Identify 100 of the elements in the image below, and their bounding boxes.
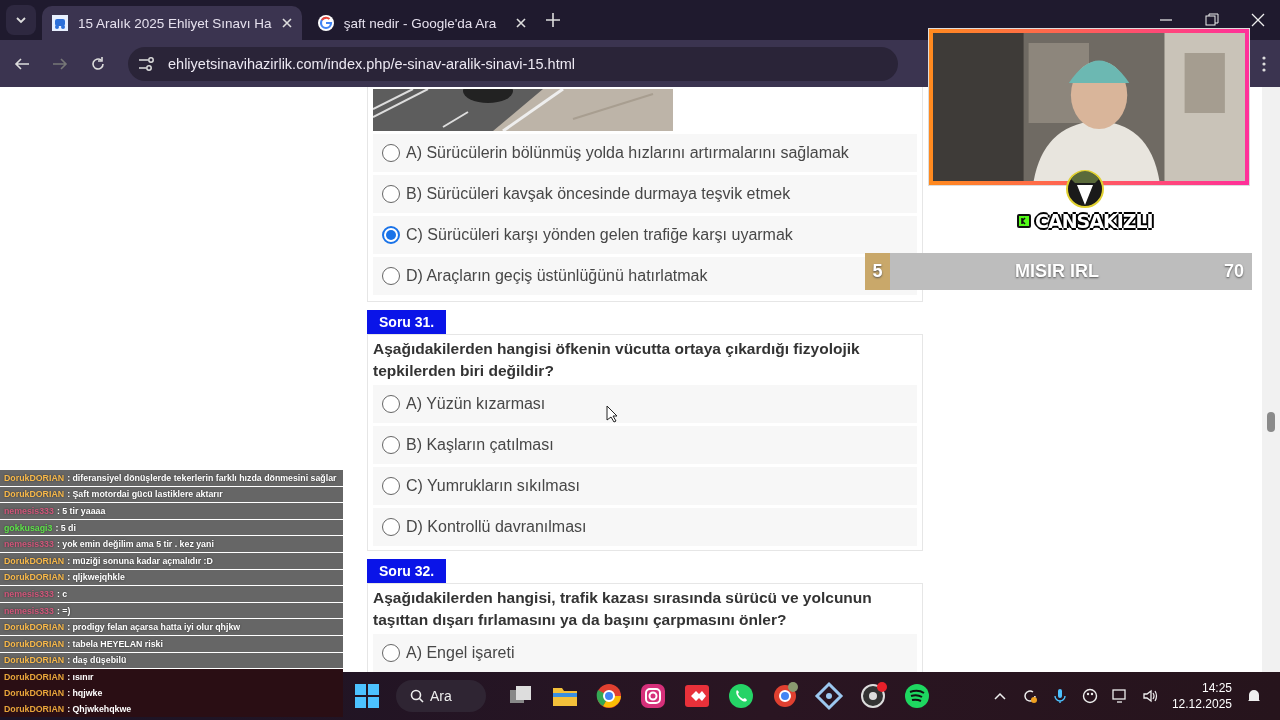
- option-label: B) Kaşların çatılması: [406, 436, 554, 454]
- radio-button[interactable]: [382, 226, 400, 244]
- answer-option[interactable]: B) Sürücüleri kavşak öncesinde durmaya teşvik etmek: [373, 175, 917, 213]
- car-favicon-icon: [52, 15, 68, 31]
- cursor-icon: [606, 405, 618, 423]
- g-favicon-icon: [317, 15, 334, 31]
- close-icon[interactable]: [281, 18, 292, 28]
- chat-username: DorukDORIAN: [4, 704, 65, 715]
- clock-time[interactable]: 14:25: [1201, 680, 1232, 696]
- chat-text: : ısınır: [67, 672, 94, 683]
- goal-rank: 5: [865, 253, 890, 290]
- search-button[interactable]: Ara: [396, 680, 486, 712]
- browser-icon[interactable]: [594, 681, 624, 711]
- chat-username: nemesis333: [4, 506, 54, 516]
- answer-option[interactable]: C) Sürücüleri karşı yönden gelen trafiğe karşı uyarmak: [373, 216, 917, 254]
- camera-icon[interactable]: [638, 681, 668, 711]
- chat-text: : daş düşebilü: [67, 655, 127, 666]
- radio-button[interactable]: [382, 144, 400, 162]
- answer-option[interactable]: A) Yüzün kızarması: [373, 385, 917, 423]
- speaker-icon[interactable]: [1141, 688, 1158, 704]
- site-settings-icon[interactable]: [138, 56, 156, 71]
- browser-tab[interactable]: 15 Aralık 2025 Ehliyet Sınavı Ha: [42, 6, 302, 40]
- chat-text: : 5 tir yaaaa: [56, 506, 106, 516]
- display-icon[interactable]: [1111, 688, 1128, 704]
- new-tab-icon[interactable]: [545, 13, 560, 27]
- chat-username: DorukDORIAN: [4, 638, 65, 649]
- streamer-name: CANSAKIZLI: [1035, 210, 1153, 232]
- music-icon[interactable]: [902, 681, 932, 711]
- question-text: Aşağıdakilerden hangisi, trafik kazası sırasında sürücü ve yolcunun taşıttan dışarı fırlamasını ya da başını çarpmasını önler?: [373, 588, 873, 630]
- answer-option[interactable]: A) Engel işareti: [373, 634, 917, 672]
- option-label: A) Sürücülerin bölünmüş yolda hızlarını artırmalarını sağlamak: [406, 144, 849, 162]
- radio-button[interactable]: [382, 518, 400, 536]
- radio-button[interactable]: [382, 477, 400, 495]
- chat-username: DorukDORIAN: [4, 472, 65, 483]
- option-label: B) Sürücüleri kavşak öncesinde durmaya teşvik etmek: [406, 185, 791, 203]
- close-icon[interactable]: [515, 18, 526, 28]
- phone-chat-icon[interactable]: [726, 681, 756, 711]
- address-field[interactable]: ehliyetsinavihazirlik.com/index.php/e-sinav-aralik-sinavi-15.html: [128, 46, 898, 81]
- option-label: A) Engel işareti: [406, 644, 515, 662]
- option-label: A) Yüzün kızarması: [406, 395, 546, 413]
- question-number: Soru 31.: [367, 310, 447, 334]
- chat-username: DorukDORIAN: [4, 655, 65, 666]
- recorder-icon[interactable]: [858, 681, 888, 711]
- back-icon[interactable]: [14, 55, 30, 72]
- chat-username: gokkusagi3: [4, 522, 53, 533]
- chat-text: : =): [56, 605, 71, 616]
- chat-text: : Şaft motordai gücü lastiklere aktarır: [67, 489, 223, 500]
- restore-icon[interactable]: [1204, 12, 1220, 28]
- radio-button[interactable]: [382, 644, 400, 662]
- radio-button[interactable]: [382, 395, 400, 413]
- chat-username: DorukDORIAN: [4, 572, 65, 583]
- radio-button[interactable]: [382, 185, 400, 203]
- microphone-icon[interactable]: [1051, 688, 1068, 704]
- chat-text: : müziği sonuna kadar açmalıdır :D: [67, 555, 213, 566]
- option-label: D) Kontrollü davranılması: [406, 518, 587, 536]
- chat-username: DorukDORIAN: [4, 672, 65, 683]
- chat-username: DorukDORIAN: [4, 555, 65, 566]
- goal-title: MISIR IRL: [1014, 261, 1100, 282]
- goal-count: 70: [1223, 261, 1245, 282]
- answer-option[interactable]: C) Yumrukların sıkılması: [373, 467, 917, 505]
- question-text: Aşağıdakilerden hangisi öfkenin vücutta ortaya çıkardığı fizyolojik tepkilerden biri değildir?: [373, 339, 861, 381]
- answer-option[interactable]: D) Kontrollü davranılması: [373, 508, 917, 546]
- scrollbar[interactable]: [1262, 87, 1280, 672]
- chat-text: : c: [56, 588, 68, 599]
- chat-username: nemesis333: [4, 539, 54, 550]
- tab-list-button[interactable]: [6, 5, 36, 35]
- windows-start-icon[interactable]: [352, 681, 382, 711]
- radio-button[interactable]: [382, 267, 400, 285]
- chat-text: : 5 di: [55, 522, 76, 533]
- network-app-icon[interactable]: [814, 681, 844, 711]
- search-icon: [410, 689, 424, 703]
- chat-text: : tabela HEYELAN riski: [67, 638, 163, 649]
- chat-text: : diferansiyel dönüşlerde tekerlerin farklı hızda dönmesini sağlar: [67, 472, 337, 483]
- notification-icon[interactable]: [1246, 688, 1262, 704]
- sync-icon[interactable]: [1021, 688, 1038, 704]
- radio-button[interactable]: [382, 436, 400, 454]
- option-label: D) Araçların geçiş üstünlüğünü hatırlatmak: [406, 267, 708, 285]
- chat-text: : qljkwejqhkle: [67, 572, 125, 583]
- chat-username: DorukDORIAN: [4, 489, 65, 500]
- chat-text: : yok emin değilim ama 5 tir . kez yani: [56, 539, 214, 550]
- chevron-down-icon: [15, 16, 27, 24]
- chat-username: nemesis333: [4, 605, 54, 616]
- chat-text: : hqjwke: [67, 688, 103, 699]
- answer-option[interactable]: A) Sürücülerin bölünmüş yolda hızlarını artırmalarını sağlamak: [373, 134, 917, 172]
- answer-option[interactable]: B) Kaşların çatılması: [373, 426, 917, 464]
- chat-username: DorukDORIAN: [4, 622, 65, 633]
- chat-username: nemesis333: [4, 588, 54, 599]
- option-label: C) Yumrukların sıkılması: [406, 477, 580, 495]
- browser-tab[interactable]: şaft nedir - Google'da Ara: [307, 6, 536, 40]
- chat-username: DorukDORIAN: [4, 688, 65, 699]
- forward-icon[interactable]: [52, 55, 68, 72]
- reload-icon[interactable]: [90, 55, 106, 72]
- close-icon[interactable]: [1250, 12, 1266, 28]
- option-label: C) Sürücüleri karşı yönden gelen trafiğe karşı uyarmak: [406, 226, 793, 244]
- clock-date[interactable]: 12.12.2025: [1171, 696, 1232, 712]
- question-number: Soru 32.: [367, 559, 447, 583]
- chat-text: : Qhjwkehqkwe: [67, 704, 132, 715]
- menu-icon[interactable]: [1262, 55, 1266, 72]
- chat-text: : prodigy felan açarsa hatta iyi olur qhjkw: [67, 622, 241, 633]
- platform-icon: [1017, 214, 1031, 228]
